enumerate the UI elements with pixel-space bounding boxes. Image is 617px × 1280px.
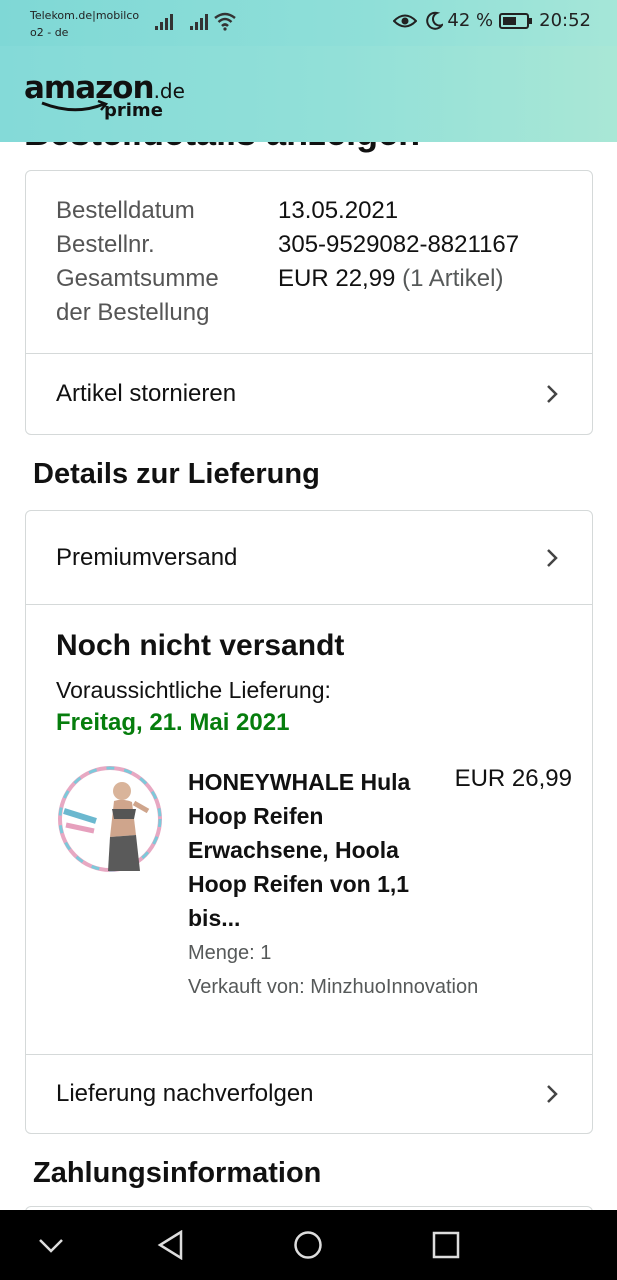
product-price: EUR 26,99	[454, 765, 572, 792]
chevron-right-icon	[547, 385, 558, 403]
order-total-row: Gesamtsumme der Bestellung EUR 22,99 (1 …	[56, 262, 519, 330]
shipment-status: Noch nicht versandt	[56, 629, 345, 662]
estimated-delivery-label: Voraussichtliche Lieferung:	[56, 677, 331, 703]
track-delivery-label: Lieferung nachverfolgen	[56, 1080, 314, 1107]
logo-prime: prime	[104, 100, 163, 121]
status-right: 42 % 20:52	[393, 10, 591, 31]
battery-percent: 42 %	[447, 10, 494, 31]
order-number-value: 305-9529082-8821167	[278, 231, 520, 258]
shipping-method-label: Premiumversand	[56, 544, 238, 571]
order-summary-card: Bestelldatum 13.05.2021 Bestellnr. 305-9…	[25, 170, 593, 435]
order-number-label: Bestellnr.	[56, 231, 155, 258]
order-number-row: Bestellnr. 305-9529082-8821167	[56, 228, 519, 262]
collapse-nav-icon[interactable]	[38, 1238, 64, 1254]
order-total-label-line1: Gesamtsumme	[56, 265, 219, 292]
order-total-value: EUR 22,99 (1 Artikel)	[278, 262, 503, 330]
product-thumbnail[interactable]	[56, 765, 164, 873]
status-bar: Telekom.de|mobilco o2 - de 42 % 20:52	[0, 0, 617, 46]
track-delivery-link[interactable]: Lieferung nachverfolgen	[26, 1055, 592, 1133]
carrier-line-2: o2 - de	[30, 26, 69, 39]
delivery-card: Premiumversand Noch nicht versandt Vorau…	[25, 510, 593, 1134]
cancel-items-link[interactable]: Artikel stornieren	[26, 354, 592, 434]
system-navigation-bar	[0, 1210, 617, 1280]
wifi-icon	[214, 12, 236, 31]
home-nav-icon[interactable]	[293, 1230, 323, 1260]
order-total-label-line2: der Bestellung	[56, 299, 210, 326]
cancel-items-label: Artikel stornieren	[56, 380, 237, 407]
payment-section-title: Zahlungsinformation	[33, 1157, 322, 1189]
amazon-prime-logo[interactable]: amazon.de prime	[24, 70, 185, 121]
chevron-right-icon	[547, 1085, 558, 1103]
estimated-delivery-date: Freitag, 21. Mai 2021	[56, 709, 290, 736]
order-date-value: 13.05.2021	[278, 197, 399, 224]
back-nav-icon[interactable]	[157, 1230, 185, 1260]
order-total-amount: EUR 22,99	[278, 265, 396, 292]
shipping-method-link[interactable]: Premiumversand	[26, 511, 592, 605]
product-quantity: Menge: 1	[188, 942, 272, 964]
delivery-section-title: Details zur Lieferung	[33, 458, 320, 490]
order-date-label: Bestelldatum	[56, 197, 195, 224]
clock: 20:52	[539, 10, 591, 31]
signal-icon	[190, 14, 208, 30]
carrier-line-1: Telekom.de|mobilco	[30, 9, 140, 22]
divider	[26, 604, 592, 605]
order-total-label: Gesamtsumme der Bestellung	[56, 262, 278, 330]
order-summary-table: Bestelldatum 13.05.2021 Bestellnr. 305-9…	[56, 194, 519, 330]
battery-icon	[499, 12, 533, 29]
signal-icon	[155, 14, 173, 30]
product-seller: Verkauft von: MinzhuoInnovation	[188, 976, 479, 998]
carrier-info: Telekom.de|mobilco o2 - de	[30, 7, 139, 41]
amazon-smile-icon	[41, 100, 109, 112]
order-item-count: (1 Artikel)	[402, 265, 504, 292]
recents-nav-icon[interactable]	[432, 1231, 460, 1259]
app-header: amazon.de prime	[0, 46, 617, 142]
eye-icon	[393, 14, 418, 27]
product-title-link[interactable]: HONEYWHALE Hula Hoop Reifen Erwachsene, …	[188, 765, 440, 935]
chevron-right-icon	[547, 549, 558, 567]
moon-icon	[426, 11, 444, 30]
order-date-row: Bestelldatum 13.05.2021	[56, 194, 519, 228]
